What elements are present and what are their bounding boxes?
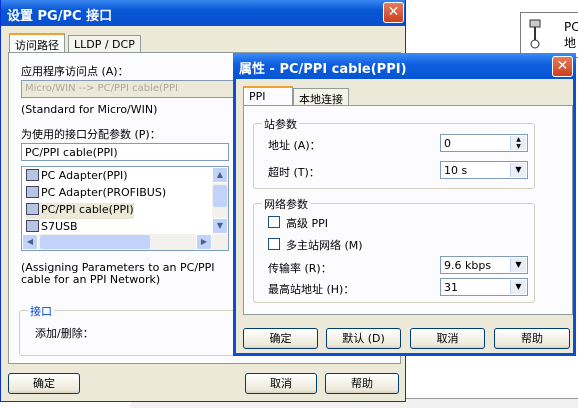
- scroll-up-icon[interactable]: ▲: [212, 167, 228, 183]
- station-params-label: 站参数: [262, 116, 299, 132]
- param-field[interactable]: PC/PPI cable(PPI): [21, 143, 229, 161]
- properties-dialog: 属性 - PC/PPI cable(PPI) ✕ PPI 本地连接 站参数 地址…: [233, 53, 576, 356]
- advanced-ppi-checkbox[interactable]: [268, 216, 280, 228]
- interface-group-label: 接口: [28, 303, 54, 319]
- access-point-field: Micro/WIN --> PC/PPI cable(PPI: [21, 80, 239, 98]
- list-item-selected[interactable]: PC/PPI cable(PPI): [26, 203, 134, 219]
- network-params-label: 网络参数: [262, 196, 310, 212]
- list-horizontal-scrollbar[interactable]: ◀ ▶: [22, 234, 228, 250]
- baud-rate-dropdown[interactable]: 9.6 kbps ▼: [440, 256, 528, 274]
- list-item[interactable]: PC Adapter(PPI): [26, 169, 128, 185]
- highest-address-label: 最高站地址 (H)：: [268, 283, 355, 296]
- address-label: 地址 (A)：: [268, 139, 321, 152]
- access-point-label: 应用程序访问点 (A)：: [21, 65, 129, 78]
- background-label-pc: PC: [564, 20, 578, 34]
- highest-address-dropdown[interactable]: 31 ▼: [440, 278, 528, 296]
- multi-master-label: 多主站网络 (M): [286, 239, 363, 252]
- props-default-button[interactable]: 默认 (D): [326, 328, 401, 349]
- props-cancel-button[interactable]: 取消: [410, 328, 485, 349]
- chevron-down-icon[interactable]: ▼: [510, 258, 526, 272]
- timeout-value: 10 s: [444, 164, 468, 177]
- interface-list[interactable]: PC Adapter(PPI) PC Adapter(PROFIBUS) PC/…: [21, 166, 229, 251]
- main-titlebar[interactable]: 设置 PG/PC 接口: [1, 0, 405, 26]
- baud-rate-label: 传输率 (R)：: [268, 262, 332, 275]
- add-remove-label: 添加/删除：: [35, 327, 94, 340]
- cable-icon: [26, 203, 39, 215]
- scroll-left-icon[interactable]: ◀: [22, 234, 38, 250]
- advanced-ppi-label: 高级 PPI: [286, 217, 329, 230]
- timeout-label: 超时 (T)：: [268, 166, 320, 179]
- scroll-thumb-horizontal[interactable]: [40, 235, 150, 249]
- main-close-button[interactable]: ✕: [383, 2, 404, 23]
- list-item[interactable]: PC Adapter(PROFIBUS): [26, 186, 166, 202]
- props-ok-button[interactable]: 确定: [243, 328, 318, 349]
- tab-access-path[interactable]: 访问路径: [9, 33, 65, 53]
- chevron-down-icon[interactable]: ▼: [510, 280, 526, 294]
- tab-local-connection[interactable]: 本地连接: [293, 88, 349, 106]
- adapter-icon: [26, 169, 39, 181]
- timeout-dropdown[interactable]: 10 s ▼: [440, 161, 528, 179]
- address-value: 0: [444, 137, 451, 150]
- help-button[interactable]: 帮助: [325, 373, 399, 394]
- list-vertical-scrollbar[interactable]: ▲ ▼: [212, 167, 228, 234]
- props-help-button[interactable]: 帮助: [494, 328, 570, 349]
- properties-title: 属性 - PC/PPI cable(PPI): [239, 62, 407, 77]
- scroll-thumb[interactable]: [213, 185, 227, 207]
- interface-description-line2: cable for an PPI Network): [21, 273, 161, 286]
- chevron-down-icon[interactable]: ▼: [510, 163, 526, 177]
- multi-master-checkbox[interactable]: [268, 238, 280, 250]
- background-label-di: 地: [564, 36, 577, 50]
- ok-button[interactable]: 确定: [8, 373, 80, 394]
- cancel-button[interactable]: 取消: [245, 373, 317, 394]
- address-spinbox[interactable]: 0 ▲ ▼: [440, 134, 528, 152]
- usb-icon: [26, 220, 39, 232]
- param-label: 为使用的接口分配参数 (P)：: [21, 128, 161, 141]
- tab-ppi[interactable]: PPI: [243, 86, 293, 106]
- properties-titlebar[interactable]: 属性 - PC/PPI cable(PPI): [233, 53, 576, 79]
- tab-lldp-dcp[interactable]: LLDP / DCP: [68, 35, 141, 53]
- adapter-icon: [26, 186, 39, 198]
- highest-address-value: 31: [444, 281, 458, 294]
- spin-up-down-icon[interactable]: ▲ ▼: [510, 136, 526, 150]
- scroll-right-icon[interactable]: ▶: [196, 234, 212, 250]
- main-title: 设置 PG/PC 接口: [7, 9, 113, 24]
- device-icon: [527, 18, 543, 50]
- access-point-description: (Standard for Micro/WIN): [21, 103, 158, 116]
- scroll-down-icon[interactable]: ▼: [212, 218, 228, 234]
- baud-rate-value: 9.6 kbps: [444, 259, 492, 272]
- properties-close-button[interactable]: ✕: [552, 56, 573, 77]
